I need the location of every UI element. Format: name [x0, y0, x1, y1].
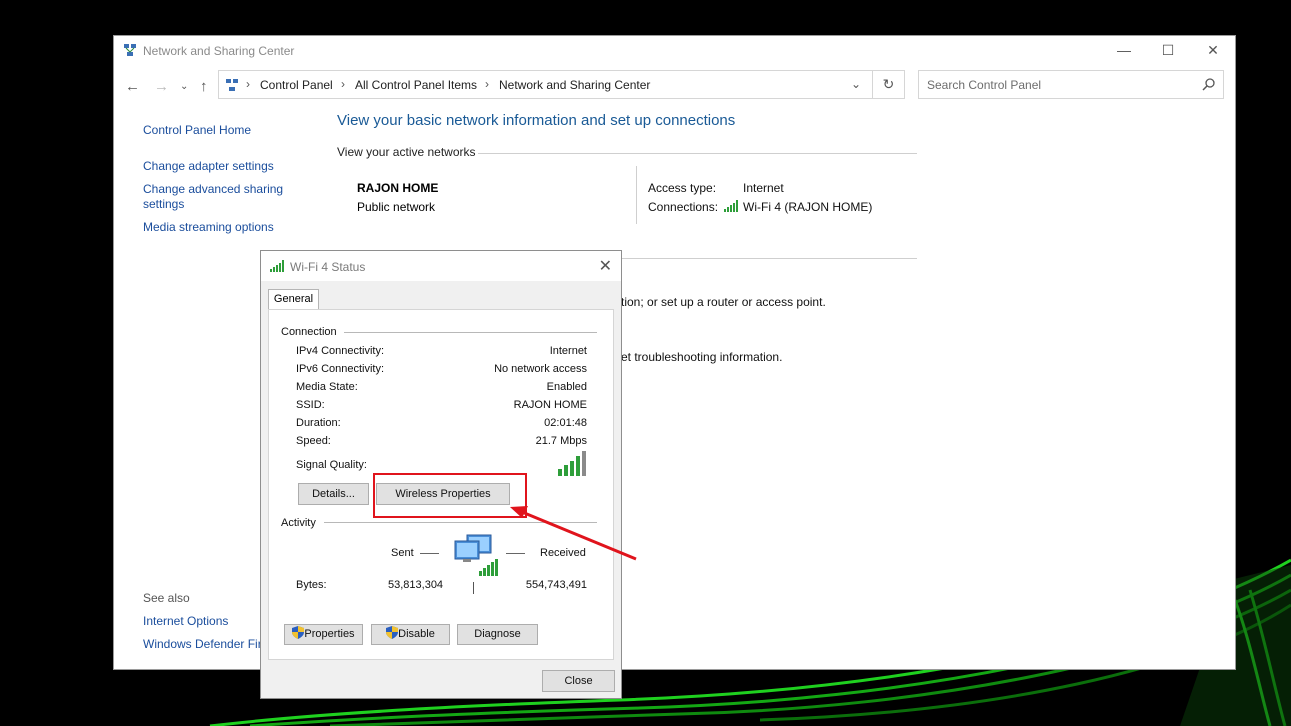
ssid-value: RAJON HOME: [513, 399, 587, 411]
breadcrumb-separator-icon: ›: [485, 77, 489, 91]
active-networks-label: View your active networks: [337, 145, 476, 159]
close-dialog-button[interactable]: Close: [542, 670, 615, 692]
shield-icon: [292, 626, 305, 639]
speed-label: Speed:: [296, 435, 331, 447]
up-arrow-icon[interactable]: ↑: [200, 78, 208, 95]
address-bar[interactable]: › Control Panel › All Control Panel Item…: [218, 70, 873, 99]
sent-label: Sent: [391, 547, 414, 559]
search-icon: [1202, 78, 1215, 91]
vertical-divider: [636, 166, 637, 224]
access-type-value: Internet: [743, 181, 784, 195]
breadcrumb-control-panel[interactable]: Control Panel: [260, 78, 333, 92]
network-activity-computers-icon: [454, 534, 498, 576]
sidebar-media-streaming-options[interactable]: Media streaming options: [143, 220, 274, 235]
see-also-label: See also: [143, 591, 190, 605]
wifi-signal-icon: [724, 200, 738, 212]
wifi-connection-link[interactable]: Wi-Fi 4 (RAJON HOME): [743, 200, 872, 214]
ipv6-label: IPv6 Connectivity:: [296, 363, 385, 375]
disable-button-label: Disable: [398, 628, 435, 640]
tab-general[interactable]: General: [268, 289, 319, 310]
section-divider: [478, 153, 917, 154]
ipv4-value: Internet: [549, 345, 587, 357]
breadcrumb-all-items[interactable]: All Control Panel Items: [355, 78, 477, 92]
wifi-signal-icon: [270, 260, 284, 272]
setup-connection-text: tion; or set up a router or access point…: [621, 295, 826, 309]
received-line: [506, 553, 525, 554]
bytes-sent-value: 53,813,304: [388, 579, 444, 591]
disable-button[interactable]: Disable: [371, 624, 450, 645]
dialog-title-bar: Wi-Fi 4 Status ✕: [261, 251, 621, 281]
duration-value: 02:01:48: [544, 417, 587, 429]
window-title: Network and Sharing Center: [143, 44, 295, 58]
sidebar-control-panel-home[interactable]: Control Panel Home: [143, 123, 251, 138]
refresh-button[interactable]: ↻: [873, 70, 905, 99]
breadcrumb-separator-icon: ›: [246, 77, 250, 91]
address-dropdown-chevron-icon[interactable]: ⌄: [851, 77, 861, 91]
signal-quality-bars-icon: [558, 451, 586, 476]
received-label: Received: [540, 547, 586, 559]
network-center-icon: [124, 44, 136, 56]
properties-button[interactable]: Properties: [284, 624, 363, 645]
ssid-label: SSID:: [296, 399, 325, 411]
minimize-button[interactable]: —: [1101, 36, 1147, 66]
sent-line: [420, 553, 439, 554]
group-divider: [344, 332, 597, 333]
activity-group-label: Activity: [281, 517, 316, 529]
forward-arrow-icon[interactable]: →: [154, 78, 169, 95]
diagnose-button[interactable]: Diagnose: [457, 624, 538, 645]
properties-button-label: Properties: [304, 628, 355, 640]
page-heading: View your basic network information and …: [337, 112, 736, 129]
sidebar-change-advanced-sharing[interactable]: Change advanced sharing: [143, 182, 283, 197]
breadcrumb-network-center[interactable]: Network and Sharing Center: [499, 78, 650, 92]
see-also-windows-defender-firewall[interactable]: Windows Defender Fire: [143, 637, 268, 652]
network-type: Public network: [357, 200, 436, 214]
speed-value: 21.7 Mbps: [535, 435, 587, 447]
breadcrumb-separator-icon: ›: [341, 77, 345, 91]
duration-label: Duration:: [296, 417, 341, 429]
sidebar-change-advanced-sharing-line2[interactable]: settings: [143, 197, 184, 212]
address-row: ← → ⌄ ↑ › Control Panel › All Control Pa…: [114, 70, 1235, 102]
back-arrow-icon[interactable]: ←: [125, 78, 140, 95]
media-state-value: Enabled: [546, 381, 587, 393]
signal-quality-label: Signal Quality:: [296, 459, 367, 471]
ipv6-value: No network access: [494, 363, 587, 375]
bytes-divider: [473, 582, 474, 594]
group-divider: [324, 522, 597, 523]
access-type-label: Access type:: [648, 181, 717, 195]
details-button[interactable]: Details...: [298, 483, 369, 505]
dialog-title: Wi-Fi 4 Status: [290, 260, 366, 274]
see-also-internet-options[interactable]: Internet Options: [143, 614, 228, 629]
bytes-received-value: 554,743,491: [525, 579, 587, 591]
control-panel-icon: [226, 79, 238, 91]
shield-icon: [386, 626, 399, 639]
bytes-label: Bytes:: [296, 579, 327, 591]
troubleshoot-text: et troubleshooting information.: [621, 350, 783, 364]
media-state-label: Media State:: [296, 381, 358, 393]
ipv4-label: IPv4 Connectivity:: [296, 345, 385, 357]
search-placeholder: Search Control Panel: [927, 78, 1042, 92]
network-name: RAJON HOME: [357, 181, 439, 195]
connection-group-label: Connection: [281, 326, 337, 338]
maximize-button[interactable]: ☐: [1145, 36, 1191, 66]
sidebar-change-adapter-settings[interactable]: Change adapter settings: [143, 159, 274, 174]
dialog-close-icon[interactable]: ✕: [599, 256, 612, 276]
search-input[interactable]: Search Control Panel: [918, 70, 1224, 99]
connections-label: Connections:: [648, 200, 719, 214]
close-button[interactable]: ✕: [1190, 36, 1236, 66]
recent-locations-chevron-icon[interactable]: ⌄: [180, 81, 188, 92]
highlight-box: [373, 473, 527, 518]
title-bar: Network and Sharing Center — ☐ ✕: [114, 36, 1235, 66]
